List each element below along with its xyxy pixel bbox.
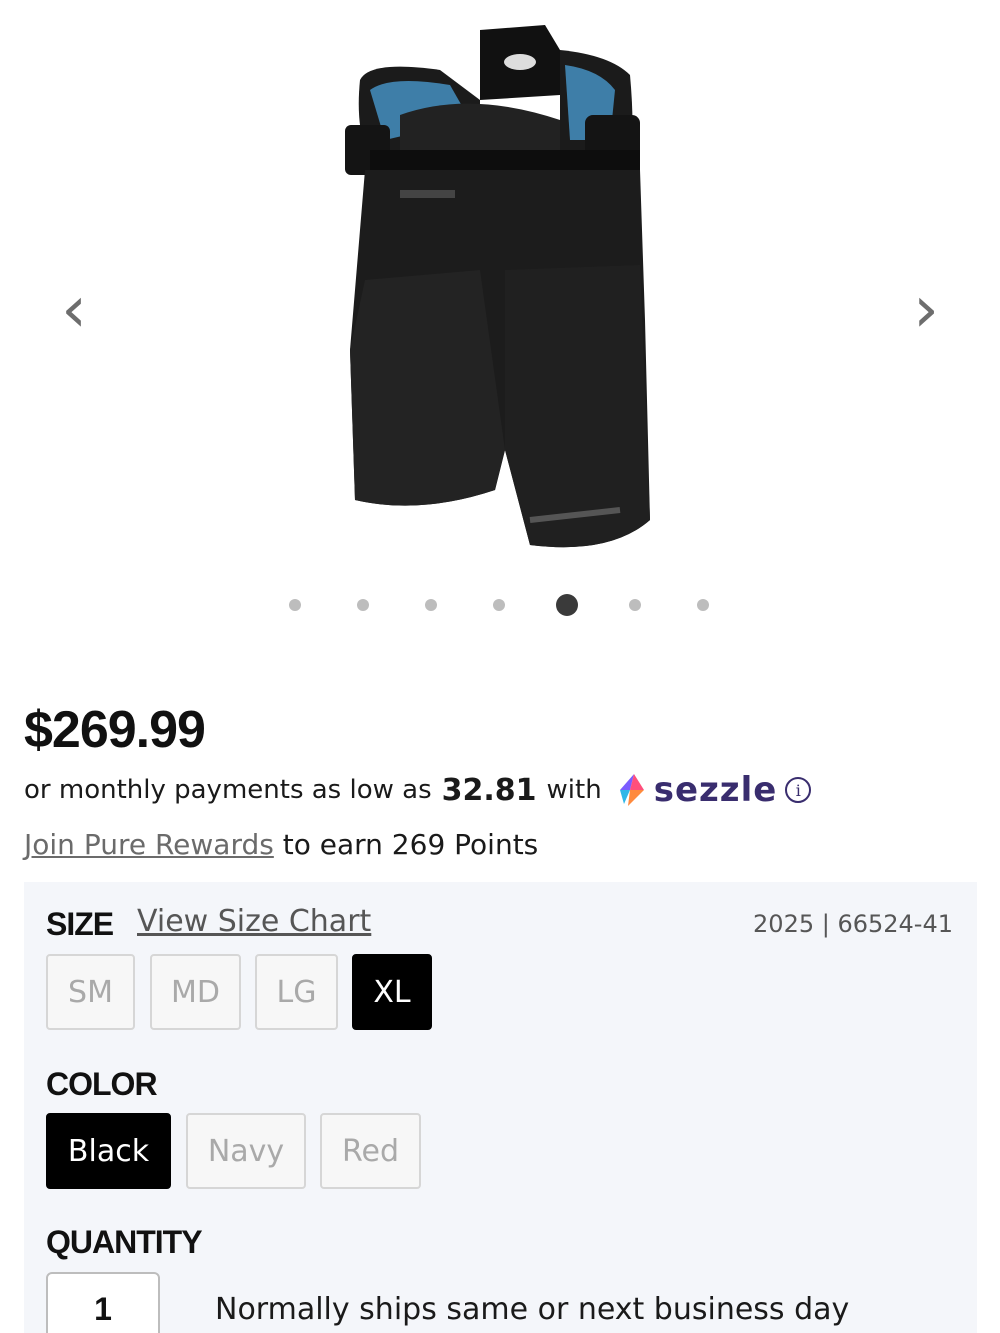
carousel-dot[interactable] xyxy=(629,599,641,611)
size-option-sm[interactable]: SM xyxy=(46,954,135,1030)
financing-line: or monthly payments as low as 32.81 with… xyxy=(24,770,812,810)
carousel-dot[interactable] xyxy=(289,599,301,611)
carousel-dot[interactable] xyxy=(357,599,369,611)
rewards-line: Join Pure Rewards to earn 269 Points xyxy=(24,828,538,861)
financing-prefix: or monthly payments as low as xyxy=(24,775,432,805)
carousel-dots xyxy=(0,594,1000,616)
sezzle-wordmark: sezzle xyxy=(653,770,778,810)
size-option-xl[interactable]: XL xyxy=(352,954,432,1030)
sezzle-logo-icon xyxy=(619,774,644,806)
carousel-dot-active[interactable] xyxy=(556,594,578,616)
size-chart-link[interactable]: View Size Chart xyxy=(137,904,371,939)
product-price: $269.99 xyxy=(24,701,206,759)
product-sku: 2025 | 66524-41 xyxy=(753,910,953,938)
size-option-lg[interactable]: LG xyxy=(255,954,338,1030)
carousel-dot[interactable] xyxy=(493,599,505,611)
color-option-black[interactable]: Black xyxy=(46,1113,171,1189)
product-gallery: ‹ › xyxy=(0,0,1000,640)
options-panel: SIZE View Size Chart 2025 | 66524-41 SM … xyxy=(24,882,977,1333)
product-image xyxy=(345,25,650,548)
size-option-md[interactable]: MD xyxy=(150,954,241,1030)
size-label: SIZE xyxy=(46,906,114,942)
shipping-note: Normally ships same or next business day xyxy=(215,1292,850,1327)
join-rewards-link[interactable]: Join Pure Rewards xyxy=(24,828,274,861)
financing-with: with xyxy=(546,775,602,805)
color-option-navy[interactable]: Navy xyxy=(186,1113,306,1189)
color-label: COLOR xyxy=(46,1066,158,1102)
financing-amount: 32.81 xyxy=(441,772,537,808)
quantity-input[interactable]: 1 xyxy=(46,1272,160,1333)
color-option-red[interactable]: Red xyxy=(320,1113,421,1189)
chevron-right-icon[interactable]: › xyxy=(896,270,956,350)
chevron-left-icon[interactable]: ‹ xyxy=(44,270,104,350)
carousel-dot[interactable] xyxy=(697,599,709,611)
info-icon[interactable]: i xyxy=(785,777,812,803)
carousel-dot[interactable] xyxy=(425,599,437,611)
rewards-text: to earn 269 Points xyxy=(282,828,539,861)
quantity-label: QUANTITY xyxy=(46,1224,203,1260)
